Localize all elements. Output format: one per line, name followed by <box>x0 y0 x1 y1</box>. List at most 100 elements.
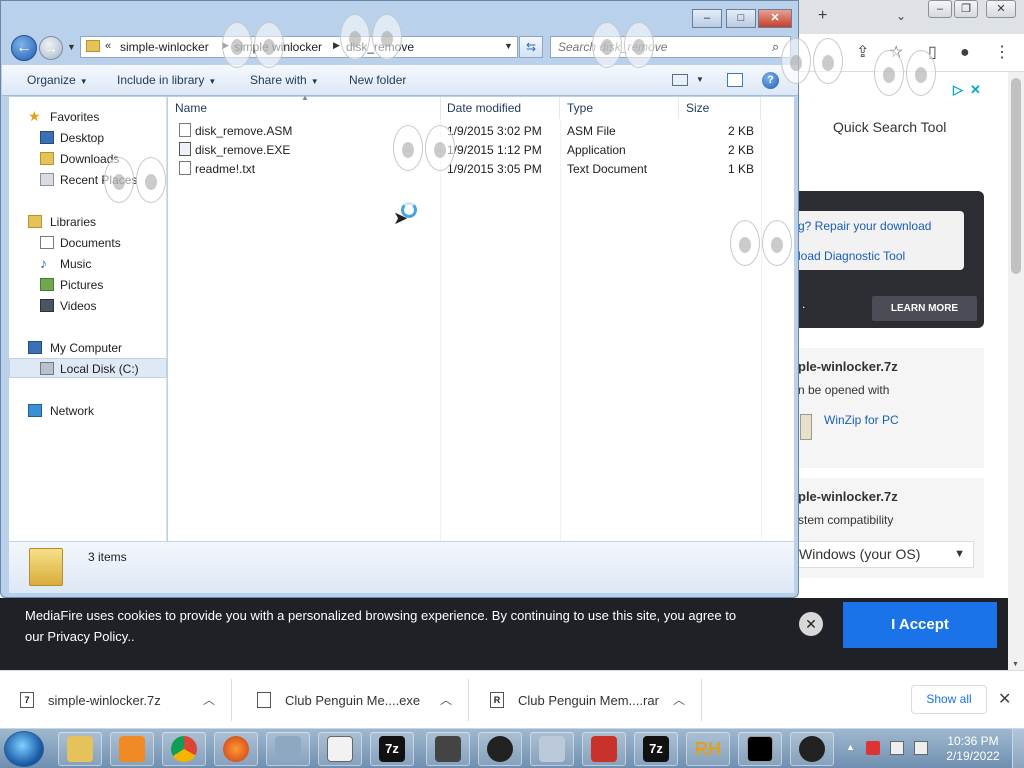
help-icon[interactable]: ? <box>762 72 779 89</box>
taskbar-winrar-button[interactable] <box>582 732 626 766</box>
close-download-bar-icon[interactable]: ✕ <box>998 689 1011 709</box>
ad-choices-icon[interactable]: ▷ <box>953 82 963 98</box>
change-view-icon[interactable] <box>672 74 688 86</box>
browser-menu-icon[interactable]: ⋮ <box>994 43 1010 63</box>
share-with-button[interactable]: Share with ▼ <box>250 73 319 87</box>
show-hidden-icons-icon[interactable]: ▲ <box>846 742 855 752</box>
nav-libraries[interactable]: Libraries <box>9 212 167 232</box>
file-row[interactable]: disk_remove.EXE 1/9/2015 1:12 PM Applica… <box>168 140 788 159</box>
column-header-name[interactable]: ▲ Name <box>168 93 441 119</box>
chevron-up-icon[interactable]: ︿ <box>440 691 452 708</box>
volume-icon[interactable] <box>914 741 928 755</box>
search-input[interactable] <box>550 36 791 58</box>
taskbar-7zip-button-2[interactable]: 7z <box>634 732 678 766</box>
eye-icon <box>425 125 455 171</box>
nav-network[interactable]: Network <box>9 401 167 421</box>
download-item[interactable]: Club Penguin Me....exe ︿ <box>237 679 469 721</box>
browser-close-button[interactable]: ✕ <box>986 0 1016 18</box>
back-button[interactable]: ← <box>11 35 37 61</box>
new-folder-button[interactable]: New folder <box>349 73 406 87</box>
recent-pages-dropdown-icon[interactable]: ▼ <box>67 42 76 52</box>
minimize-button[interactable]: – <box>692 9 722 28</box>
new-tab-icon[interactable]: + <box>818 6 827 26</box>
column-divider <box>761 119 762 541</box>
include-in-library-button[interactable]: Include in library ▼ <box>117 73 216 87</box>
view-dropdown-icon[interactable]: ▼ <box>696 75 704 84</box>
taskbar-tux-button[interactable] <box>790 732 834 766</box>
nav-label: Libraries <box>50 215 97 229</box>
show-desktop-button[interactable] <box>1012 729 1024 768</box>
chevron-up-icon[interactable]: ︿ <box>673 691 685 708</box>
eye-icon <box>874 50 904 96</box>
browser-minimize-button[interactable]: – <box>928 0 952 18</box>
taskbar-reshacker-button[interactable]: RH <box>686 732 730 766</box>
nav-favorites[interactable]: ★ Favorites <box>9 107 167 127</box>
nav-videos[interactable]: Videos <box>9 296 167 316</box>
maximize-button[interactable]: □ <box>726 9 756 28</box>
nav-pictures[interactable]: Pictures <box>9 275 167 295</box>
repair-download-link[interactable]: g? Repair your download <box>798 219 931 233</box>
refresh-button[interactable]: ⇆ <box>519 36 543 58</box>
taskbar-chrome-button[interactable] <box>162 732 206 766</box>
chevron-up-icon[interactable]: ︿ <box>203 691 215 708</box>
start-button[interactable] <box>4 731 44 767</box>
taskbar-media-button[interactable] <box>110 732 154 766</box>
tab-search-chevron-icon[interactable]: ⌄ <box>896 6 906 26</box>
profile-avatar-icon[interactable]: ● <box>960 43 970 63</box>
taskbar-pirate-button[interactable] <box>426 732 470 766</box>
taskbar-penguin-button[interactable] <box>478 732 522 766</box>
file-row[interactable]: readme!.txt 1/9/2015 3:05 PM Text Docume… <box>168 159 788 178</box>
taskbar-cmd-button[interactable] <box>738 732 782 766</box>
firefox-icon <box>223 736 249 762</box>
cookie-close-button[interactable]: ✕ <box>799 612 823 636</box>
column-header-type[interactable]: Type <box>560 97 679 119</box>
taskbar-notepad-button[interactable] <box>318 732 362 766</box>
nav-label: Local Disk (C:) <box>60 362 139 376</box>
scrollbar-thumb[interactable] <box>1011 78 1021 274</box>
file-row[interactable]: disk_remove.ASM 1/9/2015 3:02 PM ASM Fil… <box>168 121 788 140</box>
taskbar-network-tool-button[interactable] <box>266 732 310 766</box>
address-dropdown-icon[interactable]: ▼ <box>504 41 513 51</box>
nav-desktop[interactable]: Desktop <box>9 128 167 148</box>
os-select[interactable]: Windows (your OS) ▼ <box>798 541 974 568</box>
address-bar[interactable]: « simple-winlocker ▶ simple winlocker ▶ … <box>80 36 518 58</box>
accept-cookies-button[interactable]: I Accept <box>843 602 997 648</box>
taskbar-explorer-button[interactable] <box>58 732 102 766</box>
page-scrollbar[interactable]: ▼ <box>1008 72 1024 670</box>
download-item[interactable]: R Club Penguin Mem....rar ︿ <box>470 679 702 721</box>
ad-close-icon[interactable]: ✕ <box>970 82 981 98</box>
column-header-date[interactable]: Date modified <box>440 97 560 119</box>
network-icon <box>28 404 42 417</box>
winzip-link[interactable]: WinZip for PC <box>824 413 899 427</box>
nav-label: My Computer <box>50 341 123 355</box>
nav-music[interactable]: ♪ Music <box>9 254 167 274</box>
taskbar-windows-button[interactable] <box>530 732 574 766</box>
close-button[interactable]: ✕ <box>758 9 792 28</box>
column-header-size[interactable]: Size <box>679 97 761 119</box>
download-item[interactable]: 7 simple-winlocker.7z ︿ <box>0 679 232 721</box>
share-icon[interactable]: ⇪ <box>856 43 869 63</box>
nav-documents[interactable]: Documents <box>9 233 167 253</box>
show-all-downloads-button[interactable]: Show all <box>911 685 987 714</box>
preview-pane-icon[interactable] <box>727 73 743 87</box>
learn-more-button[interactable]: LEARN MORE <box>872 296 977 321</box>
nav-my-computer[interactable]: My Computer <box>9 338 167 358</box>
scroll-down-arrow-icon[interactable]: ▼ <box>1012 661 1019 668</box>
download-name: simple-winlocker.7z <box>48 693 161 708</box>
action-center-icon[interactable] <box>866 741 880 755</box>
organize-button[interactable]: Organize ▼ <box>27 73 88 87</box>
nav-local-disk[interactable]: Local Disk (C:) <box>9 358 167 378</box>
diagnostic-tool-link[interactable]: load Diagnostic Tool <box>798 249 905 263</box>
breadcrumb-separator-icon[interactable]: ▶ <box>333 40 340 51</box>
taskbar-7zip-button[interactable]: 7z <box>370 732 414 766</box>
breadcrumb-overflow-icon[interactable]: « <box>105 40 111 52</box>
taskbar-firefox-button[interactable] <box>214 732 258 766</box>
network-tray-icon[interactable] <box>890 741 904 755</box>
search-icon[interactable]: ⌕ <box>772 39 779 55</box>
browser-restore-button[interactable]: ❐ <box>954 0 978 18</box>
desktop-icon <box>40 131 54 144</box>
system-clock[interactable]: 10:36 PM 2/19/2022 <box>941 734 1005 764</box>
forward-button[interactable]: → <box>39 36 63 60</box>
breadcrumb-item[interactable]: simple-winlocker <box>120 40 209 54</box>
7zip-icon: 7z <box>643 736 669 762</box>
